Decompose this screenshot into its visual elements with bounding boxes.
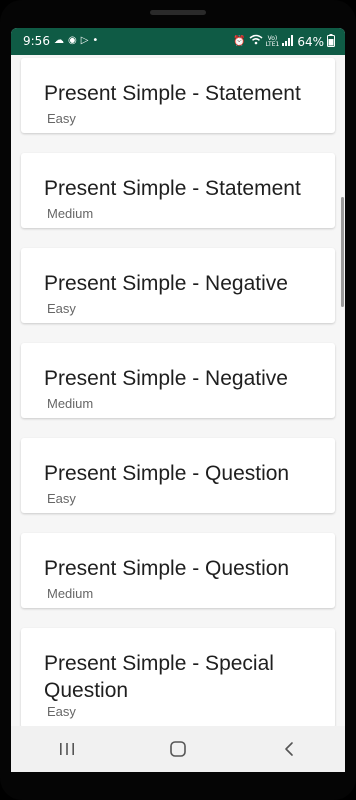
lesson-card[interactable]: Present Simple - Negative Easy: [21, 248, 335, 323]
lesson-card[interactable]: Present Simple - Negative Medium: [21, 343, 335, 418]
back-icon: [285, 742, 294, 756]
list-item: Present Simple - Question Medium: [11, 523, 345, 619]
status-time: 9:56: [23, 34, 50, 48]
lesson-level: Easy: [47, 111, 76, 126]
lesson-level: Easy: [47, 301, 76, 316]
lesson-level: Medium: [47, 396, 94, 411]
list-item: Present Simple - Statement Easy: [11, 55, 345, 144]
list-item: Present Simple - Negative Medium: [11, 333, 345, 429]
battery-icon: [327, 34, 335, 50]
battery-percent: 64%: [297, 35, 324, 49]
alarm-icon: ⏰: [233, 36, 246, 47]
signal-icon: [282, 35, 294, 49]
navigation-bar: [11, 726, 345, 772]
phone-frame: 9:56 ☁ ◉ ▷ • ⏰ Vo) LTE1 64% Present Simp…: [0, 0, 356, 800]
battery-icon-svg: [327, 34, 335, 47]
scrollbar[interactable]: [341, 197, 344, 307]
cloud-icon: ☁: [53, 35, 64, 46]
lesson-card[interactable]: Present Simple - Question Medium: [21, 533, 335, 608]
home-icon: [170, 741, 186, 757]
phone-speaker: [150, 10, 206, 15]
lesson-card[interactable]: Present Simple - Statement Medium: [21, 153, 335, 228]
network-label: Vo) LTE1: [266, 36, 280, 48]
network-label-bottom: LTE1: [265, 41, 280, 48]
lesson-card[interactable]: Present Simple - Question Easy: [21, 438, 335, 513]
lesson-title: Present Simple - Negative: [44, 272, 288, 295]
more-notifications-dot-icon: •: [92, 35, 99, 46]
signal-icon-svg: [282, 35, 294, 46]
back-button[interactable]: [269, 729, 309, 769]
status-right: ⏰ Vo) LTE1 64%: [233, 34, 335, 50]
status-bar: 9:56 ☁ ◉ ▷ • ⏰ Vo) LTE1 64%: [11, 28, 345, 55]
play-store-icon: ▷: [80, 35, 89, 46]
recents-button[interactable]: [47, 729, 87, 769]
lesson-card[interactable]: Present Simple - Statement Easy: [21, 58, 335, 133]
lesson-title: Present Simple - Question: [44, 557, 290, 580]
lesson-card[interactable]: Present Simple - Special Question Easy: [21, 628, 335, 728]
list-item: Present Simple - Statement Medium: [11, 143, 345, 239]
wifi-icon: [249, 34, 263, 50]
lesson-title: Present Simple - Question: [44, 462, 290, 485]
lesson-title: Present Simple - Special Question: [44, 652, 274, 702]
lesson-title: Present Simple - Statement: [44, 177, 301, 200]
wifi-icon-svg: [249, 34, 263, 45]
app-notification-icon: ◉: [67, 35, 77, 46]
lesson-list: Present Simple - Statement Easy Present …: [11, 55, 345, 753]
screen: 9:56 ☁ ◉ ▷ • ⏰ Vo) LTE1 64% Present Simp…: [11, 28, 345, 772]
lesson-level: Easy: [47, 704, 76, 719]
recents-icon: [59, 743, 74, 755]
lesson-title: Present Simple - Statement: [44, 82, 301, 105]
lesson-level: Easy: [47, 491, 76, 506]
lesson-level: Medium: [47, 206, 94, 221]
lesson-title: Present Simple - Negative: [44, 367, 288, 390]
lesson-level: Medium: [47, 586, 94, 601]
list-item: Present Simple - Negative Easy: [11, 238, 345, 334]
status-left: 9:56 ☁ ◉ ▷ •: [23, 34, 98, 48]
list-item: Present Simple - Question Easy: [11, 428, 345, 524]
home-button[interactable]: [158, 729, 198, 769]
